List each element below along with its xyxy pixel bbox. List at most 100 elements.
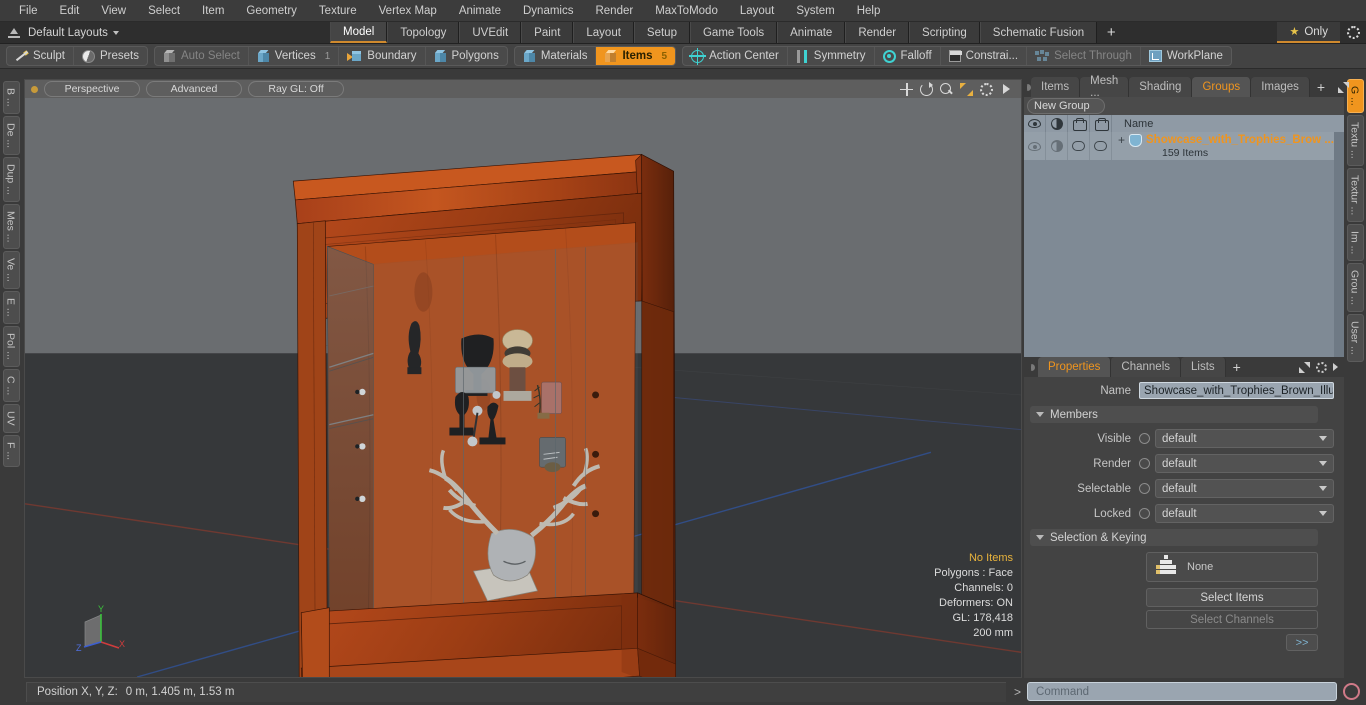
symmetry-button[interactable]: Symmetry — [788, 47, 875, 65]
layout-selector[interactable]: Default Layouts — [0, 22, 330, 43]
tab-game-tools[interactable]: Game Tools — [689, 22, 778, 43]
add-panel-tab-button[interactable]: + — [1310, 77, 1332, 97]
menu-item-view[interactable]: View — [90, 2, 137, 20]
row-shading-toggle[interactable] — [1046, 132, 1068, 160]
left-tab-duplicate[interactable]: Dup ... — [2, 156, 20, 202]
action-center-button[interactable]: Action Center — [683, 47, 788, 65]
visible-dropdown[interactable]: default — [1155, 429, 1334, 448]
workplane-button[interactable]: WorkPlane — [1141, 47, 1231, 65]
expand-row-icon[interactable]: + — [1118, 134, 1125, 146]
right-tab-images[interactable]: Im ... — [1346, 223, 1364, 262]
tab-layout[interactable]: Layout — [573, 22, 634, 43]
column-visible[interactable] — [1024, 115, 1046, 132]
row-render-toggle[interactable] — [1068, 132, 1090, 160]
gear-icon[interactable] — [980, 82, 993, 96]
name-input[interactable]: Showcase_with_Trophies_Brown_Illum — [1139, 382, 1334, 399]
items-button[interactable]: Items 5 — [596, 47, 676, 65]
menu-item-edit[interactable]: Edit — [49, 2, 91, 20]
panel-menu-dot[interactable] — [1024, 77, 1031, 97]
tab-uvedit[interactable]: UVEdit — [459, 22, 522, 43]
record-icon[interactable] — [1343, 683, 1360, 700]
right-tab-user[interactable]: User ... — [1346, 314, 1364, 363]
move-icon[interactable] — [900, 82, 913, 96]
menu-item-dynamics[interactable]: Dynamics — [512, 2, 584, 20]
groups-list-body[interactable]: + Showcase_with_Trophies_Brow ... 159 It… — [1024, 132, 1344, 357]
selectable-radio[interactable] — [1139, 483, 1150, 494]
locked-dropdown[interactable]: default — [1155, 504, 1334, 523]
tab-setup[interactable]: Setup — [633, 22, 690, 43]
viewport-shading-dropdown[interactable]: Advanced — [146, 81, 242, 97]
auto-select-button[interactable]: Auto Select — [155, 47, 249, 65]
menu-item-animate[interactable]: Animate — [448, 2, 512, 20]
menu-item-help[interactable]: Help — [846, 2, 892, 20]
table-row[interactable]: + Showcase_with_Trophies_Brow ... 159 It… — [1024, 132, 1344, 160]
command-input[interactable]: Command — [1027, 682, 1337, 701]
viewport-projection-dropdown[interactable]: Perspective — [44, 81, 140, 97]
fit-icon[interactable] — [960, 82, 973, 96]
row-lock-toggle[interactable] — [1090, 132, 1112, 160]
groups-list-empty-area[interactable] — [1024, 160, 1344, 357]
tab-items[interactable]: Items — [1031, 77, 1081, 97]
menu-item-file[interactable]: File — [8, 2, 49, 20]
left-tab-vertex[interactable]: Ve ... — [2, 251, 20, 290]
selectable-dropdown[interactable]: default — [1155, 479, 1334, 498]
viewport-raygl-dropdown[interactable]: Ray GL: Off — [248, 81, 344, 97]
tab-render[interactable]: Render — [845, 22, 910, 43]
visible-radio[interactable] — [1139, 433, 1150, 444]
zoom-icon[interactable] — [940, 82, 953, 96]
render-dropdown[interactable]: default — [1155, 454, 1334, 473]
tab-shading[interactable]: Shading — [1129, 77, 1193, 97]
select-items-button[interactable]: Select Items — [1146, 588, 1318, 607]
menu-item-maxtomodo[interactable]: MaxToModo — [644, 2, 729, 20]
left-tab-deform[interactable]: De ... — [2, 115, 20, 155]
tab-scripting[interactable]: Scripting — [909, 22, 980, 43]
locked-radio[interactable] — [1139, 508, 1150, 519]
sculpt-button[interactable]: Sculpt — [7, 47, 74, 65]
tab-images[interactable]: Images — [1251, 77, 1310, 97]
left-tab-mesh[interactable]: Mes ... — [2, 203, 20, 250]
viewport-3d[interactable]: No Items Polygons : Face Channels: 0 Def… — [24, 98, 1022, 678]
new-group-button[interactable]: New Group — [1027, 98, 1105, 114]
only-toggle-button[interactable]: ★ Only — [1277, 22, 1340, 43]
tab-topology[interactable]: Topology — [387, 22, 460, 43]
rotate-icon[interactable] — [920, 81, 933, 96]
row-visible-toggle[interactable] — [1024, 132, 1046, 160]
menu-item-select[interactable]: Select — [137, 2, 191, 20]
add-tab-button[interactable]: + — [1097, 22, 1126, 43]
constraint-button[interactable]: Constrai... — [941, 47, 1028, 65]
boundary-button[interactable]: Boundary — [339, 47, 426, 65]
materials-button[interactable]: Materials — [515, 47, 597, 65]
menu-item-geometry[interactable]: Geometry — [235, 2, 308, 20]
left-tab-polygon[interactable]: Pol ... — [2, 325, 20, 367]
tab-model[interactable]: Model — [330, 22, 388, 43]
left-tab-basic[interactable]: B ... — [2, 81, 20, 114]
tab-paint[interactable]: Paint — [521, 22, 574, 43]
panel-arrow-icon[interactable] — [1333, 363, 1338, 371]
expand-properties-button[interactable]: >> — [1286, 634, 1318, 651]
column-shading[interactable] — [1046, 115, 1068, 132]
render-radio[interactable] — [1139, 458, 1150, 469]
properties-menu-dot[interactable] — [1024, 357, 1038, 377]
right-tab-textures[interactable]: Textur ... — [1346, 167, 1364, 222]
tab-properties[interactable]: Properties — [1038, 357, 1112, 377]
right-tab-texture[interactable]: Textu ... — [1346, 114, 1364, 166]
selection-set-button[interactable]: None — [1146, 552, 1318, 582]
expand-icon[interactable] — [1338, 81, 1350, 93]
tab-schematic-fusion[interactable]: Schematic Fusion — [979, 22, 1098, 43]
menu-item-render[interactable]: Render — [584, 2, 644, 20]
members-section-header[interactable]: Members — [1030, 406, 1318, 423]
column-render[interactable] — [1068, 115, 1090, 132]
menu-item-texture[interactable]: Texture — [308, 2, 368, 20]
left-tab-fusion[interactable]: F ... — [2, 434, 20, 467]
select-through-button[interactable]: Select Through — [1027, 47, 1141, 65]
falloff-button[interactable]: Falloff — [875, 47, 941, 65]
tab-groups[interactable]: Groups — [1192, 77, 1252, 97]
left-tab-edge[interactable]: E ... — [2, 291, 20, 324]
tab-animate[interactable]: Animate — [777, 22, 846, 43]
right-tab-groups[interactable]: Grou ... — [1346, 263, 1364, 313]
add-properties-tab-button[interactable]: + — [1226, 357, 1248, 377]
vertices-button[interactable]: Vertices 1 — [249, 47, 340, 65]
tab-mesh[interactable]: Mesh ... — [1080, 75, 1130, 99]
gear-icon[interactable] — [1316, 361, 1327, 373]
tab-lists[interactable]: Lists — [1181, 357, 1226, 377]
